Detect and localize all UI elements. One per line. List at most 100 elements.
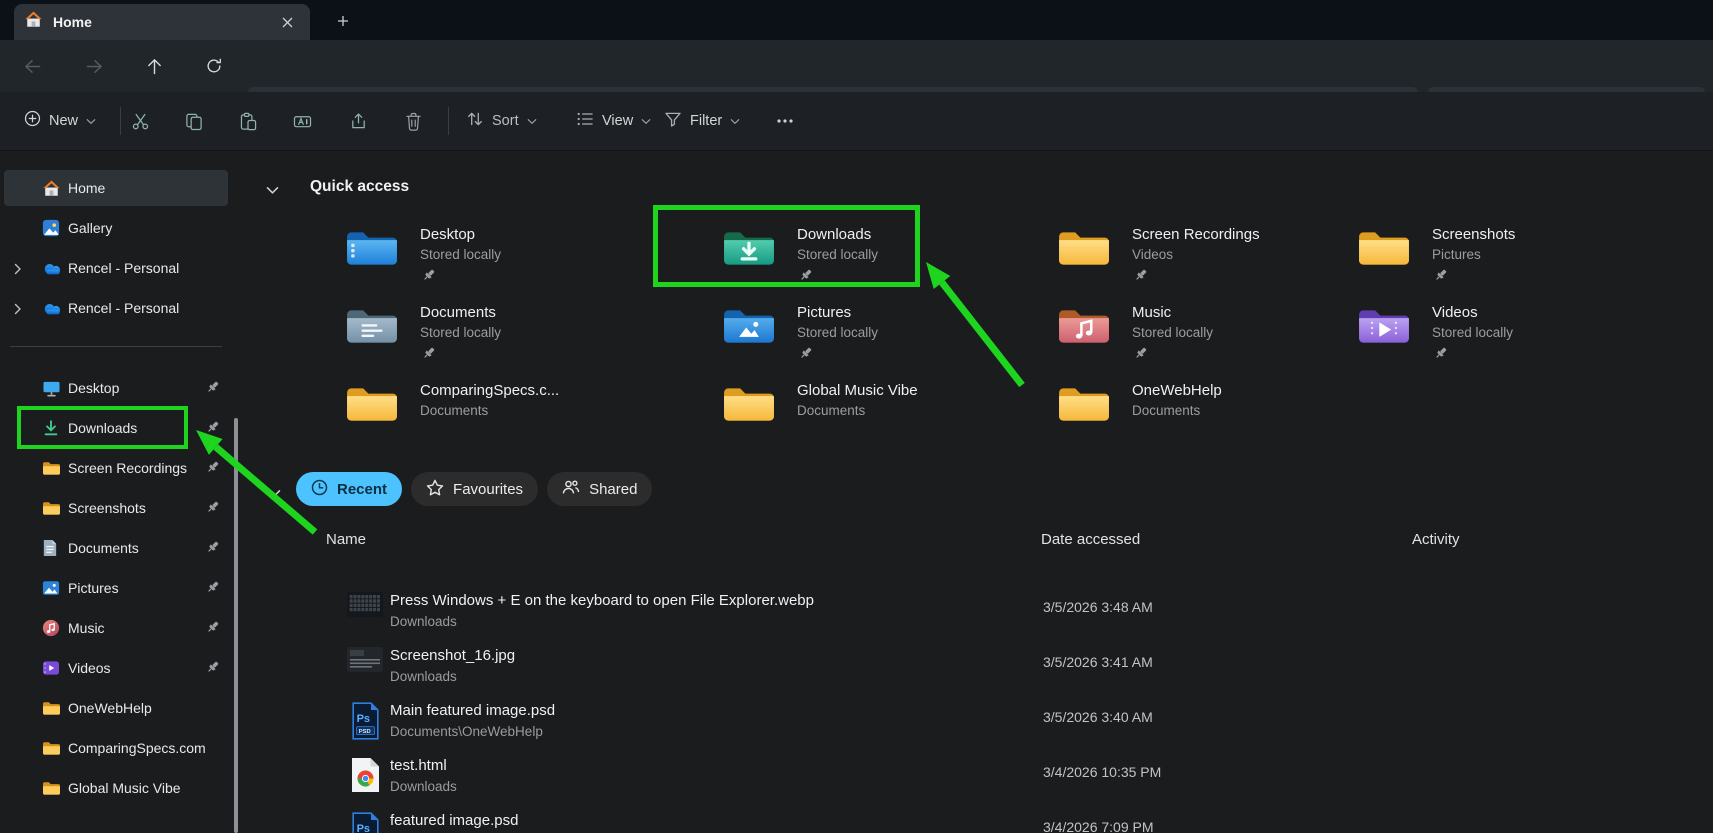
file-row[interactable]: Screenshot_16.jpg Downloads 3/5/2026 3:4… — [0, 647, 1713, 697]
cut-icon[interactable] — [120, 106, 160, 136]
file-row[interactable]: Press Windows + E on the keyboard to ope… — [0, 592, 1713, 642]
sidebar-item-screen-recordings[interactable]: Screen Recordings — [4, 450, 228, 486]
quick-access-tile-music[interactable]: Music Stored locally — [1057, 304, 1357, 365]
view-icon — [576, 111, 594, 132]
quick-access-tile-onewebhelp[interactable]: OneWebHelp Documents — [1057, 382, 1357, 434]
tile-name: Screenshots — [1432, 226, 1516, 243]
gallery-icon — [42, 219, 60, 237]
view-button[interactable]: View — [570, 106, 657, 136]
quick-access-tile-downloads[interactable]: Downloads Stored locally — [722, 226, 1022, 287]
pin-icon — [799, 268, 813, 287]
forward-icon[interactable] — [76, 48, 112, 84]
file-name: Press Windows + E on the keyboard to ope… — [390, 592, 814, 609]
tile-subtitle: Stored locally — [420, 325, 502, 340]
tile-name: OneWebHelp — [1132, 382, 1222, 399]
folder-downloads-icon — [722, 226, 776, 278]
sidebar-item-label: Screen Recordings — [68, 460, 188, 476]
svg-text:PSD: PSD — [358, 729, 370, 735]
sort-icon — [466, 111, 484, 132]
folder-yellow-icon — [1357, 226, 1411, 278]
quick-access-tile-comparingspecs-c[interactable]: ComparingSpecs.c... Documents — [345, 382, 645, 434]
folder-yellow-icon — [722, 382, 776, 434]
section-tab-label: Recent — [337, 480, 388, 498]
chevron-down-icon — [641, 112, 651, 130]
explorer-tab-home[interactable]: Home — [14, 4, 310, 40]
quick-access-tile-global-music-vibe[interactable]: Global Music Vibe Documents — [722, 382, 1022, 434]
sidebar-item-documents[interactable]: Documents — [4, 530, 228, 566]
title-bar: Home — [0, 0, 1713, 40]
folder-music-icon — [1057, 304, 1111, 356]
star-icon — [426, 479, 444, 500]
psd-icon: Ps PSD — [346, 702, 384, 740]
section-tab-favourites[interactable]: Favourites — [411, 472, 539, 506]
cloud-icon — [42, 261, 63, 276]
sidebar-item-desktop[interactable]: Desktop — [4, 370, 228, 406]
close-tab-icon[interactable] — [274, 9, 300, 35]
refresh-icon[interactable] — [196, 48, 232, 84]
quick-access-tile-pictures[interactable]: Pictures Stored locally — [722, 304, 1022, 365]
sidebar-item-label: Downloads — [68, 420, 138, 436]
file-location: Downloads — [390, 779, 457, 794]
back-icon[interactable] — [14, 48, 50, 84]
sidebar-item-rencel-personal[interactable]: Rencel - Personal — [4, 250, 228, 286]
folder-yellow-icon — [1057, 382, 1111, 434]
expand-chevron-icon[interactable] — [14, 262, 22, 280]
new-button[interactable]: New — [18, 106, 102, 136]
quick-access-tile-desktop[interactable]: Desktop Stored locally — [345, 226, 645, 287]
tile-name: Desktop — [420, 226, 476, 243]
more-options-icon[interactable] — [765, 106, 805, 136]
column-header-date-accessed[interactable]: Date accessed — [1041, 531, 1140, 548]
pin-icon — [799, 346, 813, 365]
new-tab-button[interactable] — [330, 8, 356, 34]
tile-subtitle: Documents — [420, 403, 489, 418]
quick-access-tile-screen-recordings[interactable]: Screen Recordings Videos — [1057, 226, 1357, 287]
section-tab-shared[interactable]: Shared — [547, 472, 653, 506]
filter-icon — [664, 111, 682, 132]
quick-access-title[interactable]: Quick access — [310, 178, 409, 196]
sidebar-divider — [10, 346, 222, 347]
quick-access-tile-screenshots[interactable]: Screenshots Pictures — [1357, 226, 1657, 287]
paste-icon[interactable] — [228, 106, 268, 136]
tile-name: Documents — [420, 304, 496, 321]
quick-access-tile-videos[interactable]: Videos Stored locally — [1357, 304, 1657, 365]
quick-access-collapse-icon[interactable] — [266, 182, 279, 200]
expand-chevron-icon[interactable] — [14, 302, 22, 320]
sidebar-item-gallery[interactable]: Gallery — [4, 210, 228, 246]
people-icon — [562, 479, 580, 499]
sidebar-item-screenshots[interactable]: Screenshots — [4, 490, 228, 526]
sidebar-item-label: Rencel - Personal — [68, 300, 180, 316]
recent-section-collapse-icon[interactable] — [268, 485, 281, 503]
file-date-accessed: 3/5/2026 3:48 AM — [1043, 599, 1153, 615]
tile-name: Videos — [1432, 304, 1478, 321]
share-icon[interactable] — [338, 106, 378, 136]
up-icon[interactable] — [136, 48, 172, 84]
filter-button[interactable]: Filter — [658, 106, 746, 136]
tile-subtitle: Stored locally — [1132, 325, 1214, 340]
download-icon — [42, 419, 60, 437]
rename-icon[interactable] — [282, 106, 322, 136]
pin-icon — [422, 268, 436, 287]
column-header-activity[interactable]: Activity — [1412, 531, 1460, 548]
folder-yellow-icon — [345, 382, 399, 434]
delete-icon[interactable] — [393, 106, 433, 136]
section-tab-recent[interactable]: Recent — [296, 472, 403, 506]
tile-name: Screen Recordings — [1132, 226, 1260, 243]
file-row[interactable]: PsPSD featured image.psd Documents\Globa… — [0, 812, 1713, 833]
sort-button[interactable]: Sort — [460, 106, 543, 136]
docfile-icon — [42, 539, 58, 557]
file-row[interactable]: test.html Downloads 3/4/2026 10:35 PM — [0, 757, 1713, 807]
file-row[interactable]: Ps PSD Main featured image.psd Documents\… — [0, 702, 1713, 752]
column-header-name[interactable]: Name — [326, 531, 366, 548]
sidebar-item-label: Gallery — [68, 220, 113, 236]
pin-icon — [422, 346, 436, 365]
sidebar-item-downloads[interactable]: Downloads — [4, 410, 228, 446]
sidebar-item-rencel-personal[interactable]: Rencel - Personal — [4, 290, 228, 326]
file-date-accessed: 3/5/2026 3:40 AM — [1043, 709, 1153, 725]
command-toolbar: New Sort View Filter — [0, 92, 1713, 151]
new-plus-icon — [24, 110, 41, 132]
sidebar-item-label: Screenshots — [68, 500, 146, 516]
quick-access-tile-documents[interactable]: Documents Stored locally — [345, 304, 645, 365]
copy-icon[interactable] — [174, 106, 214, 136]
sidebar-item-home[interactable]: Home — [4, 170, 228, 206]
home-tab-icon — [24, 10, 43, 34]
